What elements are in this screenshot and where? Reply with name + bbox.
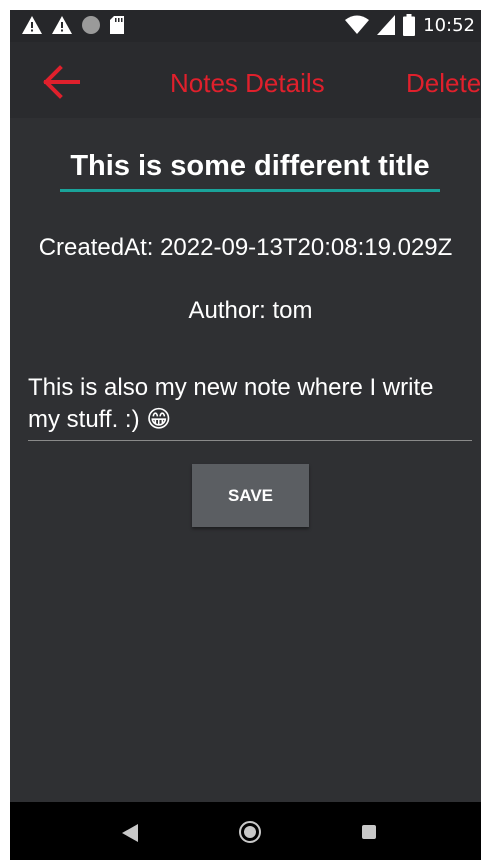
status-time: 10:52 xyxy=(423,14,475,36)
nav-home-icon[interactable] xyxy=(239,821,261,843)
wifi-icon xyxy=(345,15,370,34)
author-label: Author: tom xyxy=(188,297,313,324)
warning-icon xyxy=(22,16,42,34)
warning-icon xyxy=(52,16,72,34)
battery-icon xyxy=(403,14,416,36)
signal-icon xyxy=(377,15,396,35)
delete-button[interactable]: Delete xyxy=(406,68,481,99)
created-at-label: CreatedAt: 2022-09-13T20:08:19.029Z xyxy=(38,234,453,261)
page-title: Notes Details xyxy=(170,68,325,98)
nav-back-icon[interactable] xyxy=(122,824,138,842)
status-bar: 10:52 xyxy=(10,10,481,42)
note-title-input[interactable]: This is some different title xyxy=(60,150,440,192)
sd-card-icon xyxy=(110,16,124,34)
app-screen: 10:52 Notes Details Delete This is some … xyxy=(10,10,481,860)
navigation-bar xyxy=(10,802,481,860)
circle-icon xyxy=(82,16,100,34)
save-button[interactable]: SAVE xyxy=(192,464,309,527)
arrow-left-icon[interactable] xyxy=(40,64,80,100)
app-bar: Notes Details Delete xyxy=(10,42,481,118)
status-right-icons: 10:52 xyxy=(345,14,475,36)
nav-recents-icon[interactable] xyxy=(362,825,376,839)
note-body-input[interactable]: This is also my new note where I write m… xyxy=(28,372,472,441)
status-left-icons xyxy=(22,16,124,34)
